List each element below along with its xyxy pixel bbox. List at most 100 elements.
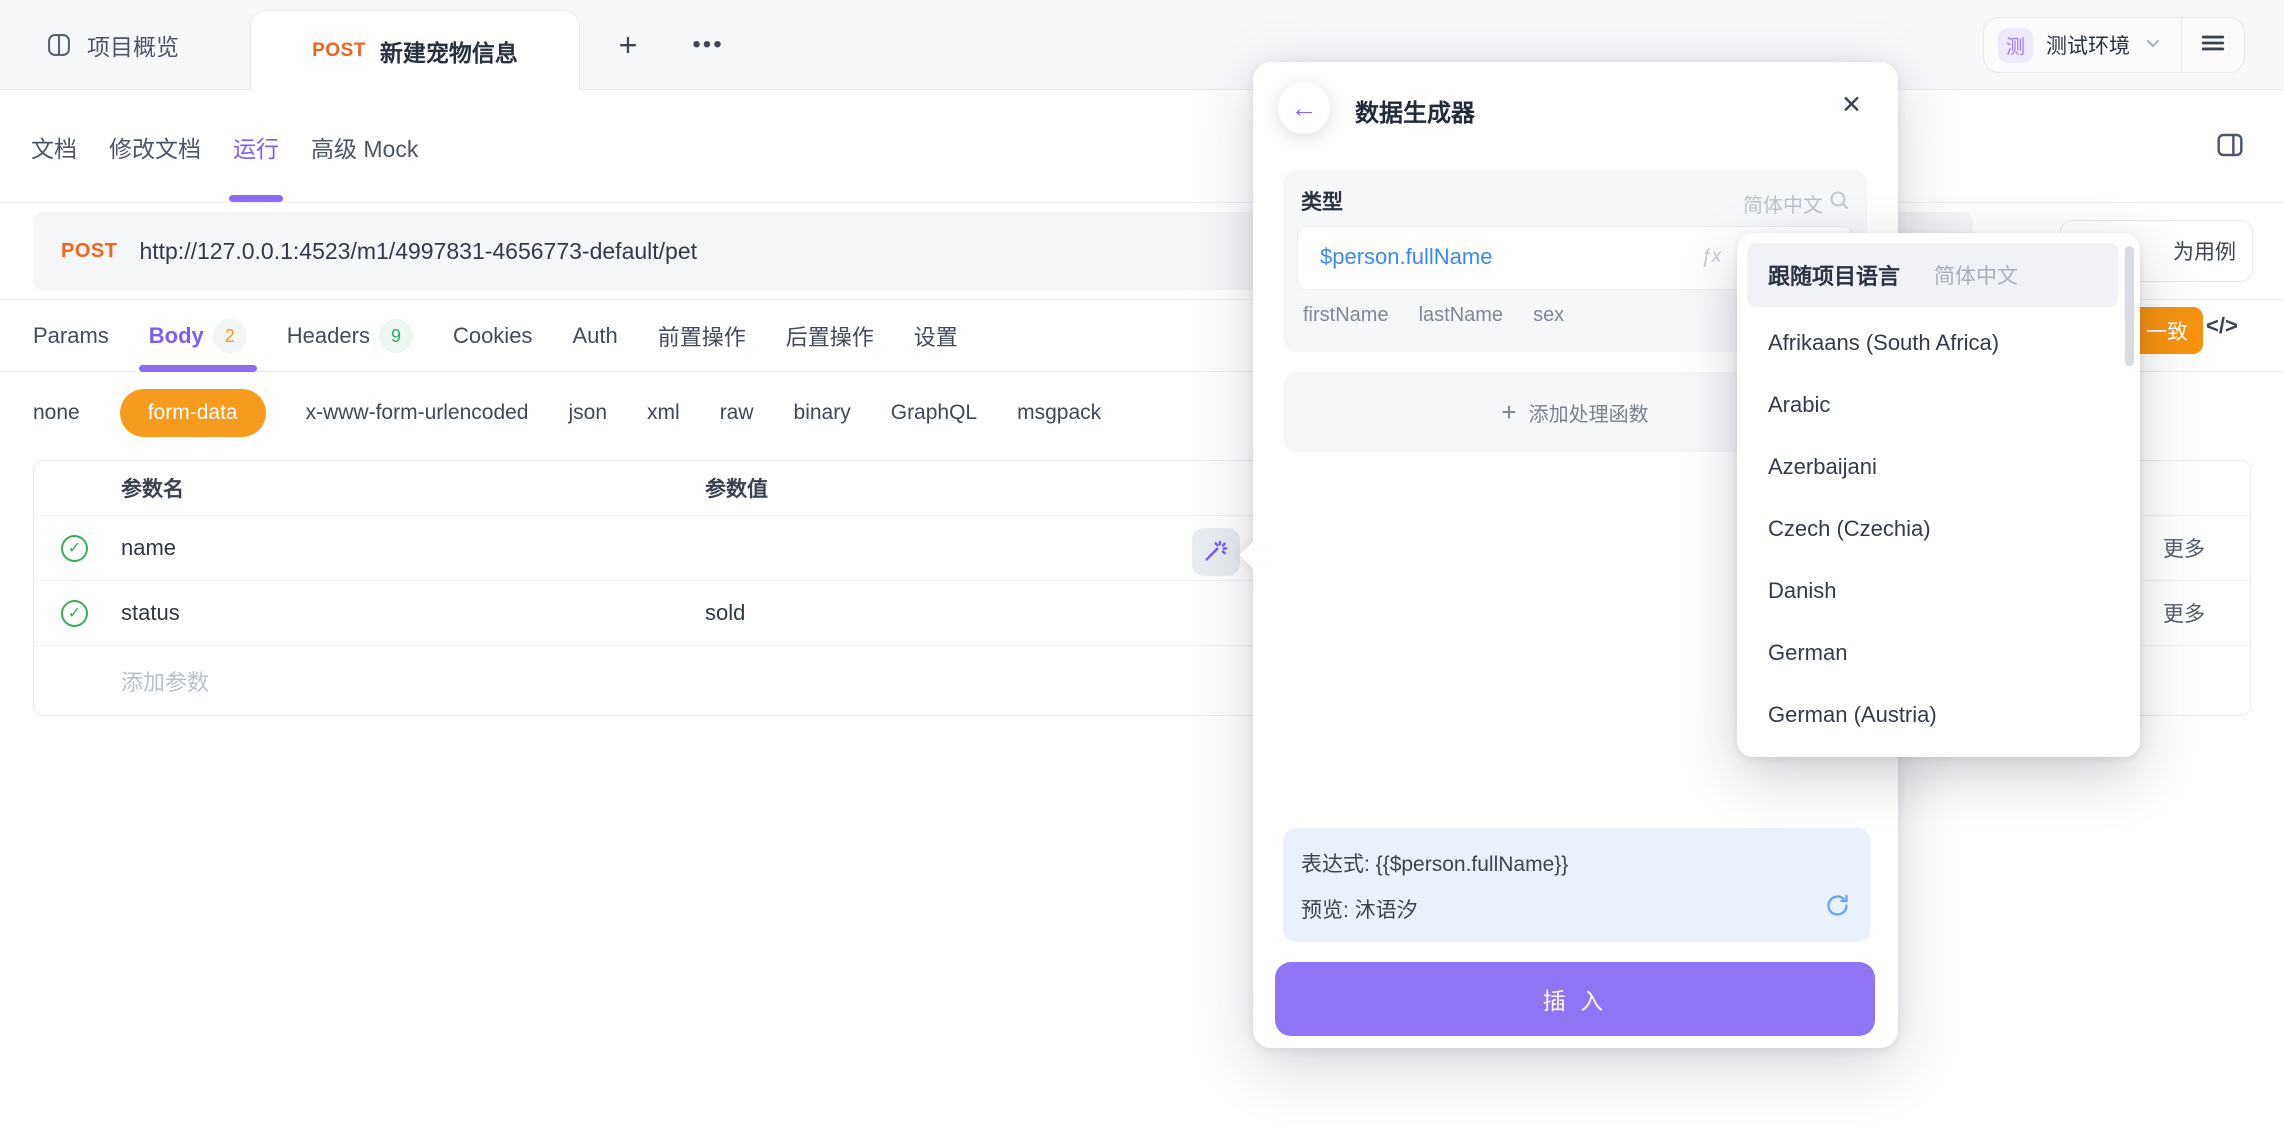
close-icon: ✕: [1841, 91, 1862, 119]
language-search-button[interactable]: 简体中文: [1743, 188, 1851, 218]
tab-auth-label: Auth: [572, 323, 617, 349]
magic-wand-button[interactable]: [1192, 528, 1240, 576]
language-dropdown: 跟随项目语言 简体中文 Afrikaans (South Africa) Ara…: [1737, 233, 2140, 757]
check-icon: ✓: [68, 603, 81, 623]
check-icon: ✓: [68, 538, 81, 558]
tag-sex[interactable]: sex: [1533, 304, 1564, 327]
tab-auth[interactable]: Auth: [572, 301, 617, 371]
save-as-case-label: 为用例: [2173, 236, 2236, 266]
tab-body-label: Body: [149, 323, 204, 349]
environment-name: 测试环境: [2046, 30, 2130, 60]
tab-settings[interactable]: 设置: [914, 301, 958, 371]
param-name-cell[interactable]: status: [121, 600, 180, 626]
refresh-icon: [1824, 901, 1851, 924]
param-name-cell[interactable]: name: [121, 535, 176, 561]
body-type-none[interactable]: none: [33, 401, 80, 425]
param-value-cell[interactable]: sold: [705, 600, 745, 626]
tab-request-active[interactable]: POST 新建宠物信息: [250, 10, 580, 91]
code-icon: </>: [2206, 313, 2238, 338]
dropdown-item[interactable]: Afrikaans (South Africa): [1737, 312, 2140, 374]
tab-body[interactable]: Body 2: [149, 301, 247, 371]
environment-group: 测 测试环境: [1983, 17, 2245, 73]
dropdown-item[interactable]: German (Austria): [1737, 684, 2140, 746]
expression-line: 表达式: {{$person.fullName}}: [1301, 848, 1568, 878]
add-processor-label: 添加处理函数: [1529, 398, 1649, 427]
hamburger-icon: [2200, 30, 2226, 61]
generator-type-value: $person.fullName: [1320, 244, 1492, 270]
tab-post-ops[interactable]: 后置操作: [786, 301, 874, 371]
tag-lastname[interactable]: lastName: [1419, 304, 1503, 327]
row-enabled-checkbox[interactable]: ✓: [61, 600, 88, 627]
body-type-json[interactable]: json: [568, 401, 607, 425]
fx-hint: ƒx: [1701, 246, 1721, 268]
tab-headers-label: Headers: [287, 323, 370, 349]
tab-more-button[interactable]: •••: [680, 22, 736, 68]
type-label: 类型: [1301, 186, 1343, 216]
headers-count-badge: 9: [379, 319, 413, 353]
dropdown-items: Afrikaans (South Africa) Arabic Azerbaij…: [1737, 312, 2140, 746]
tab-params[interactable]: Params: [33, 301, 109, 371]
nav-tab-advanced-mock-label: 高级 Mock: [311, 130, 418, 164]
dropdown-item-follow-project[interactable]: 跟随项目语言 简体中文: [1747, 243, 2119, 307]
tab-params-label: Params: [33, 323, 109, 349]
add-param-placeholder: 添加参数: [121, 665, 209, 697]
nav-tab-edit-docs-label: 修改文档: [109, 130, 201, 164]
nav-tab-edit-docs[interactable]: 修改文档: [109, 91, 201, 202]
body-type-msgpack[interactable]: msgpack: [1017, 401, 1101, 425]
tab-cookies-label: Cookies: [453, 323, 532, 349]
split-panel-button[interactable]: [2214, 129, 2246, 166]
refresh-preview-button[interactable]: [1824, 892, 1851, 925]
add-tab-button[interactable]: +: [605, 22, 651, 68]
tab-title-label: 新建宠物信息: [380, 34, 518, 68]
tab-headers[interactable]: Headers 9: [287, 301, 413, 371]
column-header-value: 参数值: [705, 473, 768, 503]
dropdown-item[interactable]: Danish: [1737, 560, 2140, 622]
row-enabled-checkbox[interactable]: ✓: [61, 535, 88, 562]
nav-tab-run[interactable]: 运行: [233, 91, 279, 202]
tag-firstname[interactable]: firstName: [1303, 304, 1389, 327]
tab-post-ops-label: 后置操作: [786, 320, 874, 352]
modal-back-button[interactable]: ←: [1278, 82, 1330, 134]
code-view-button[interactable]: </>: [2206, 313, 2238, 339]
chevron-down-icon: [2143, 33, 2163, 58]
row-more-button[interactable]: 更多: [2163, 598, 2205, 628]
row-more-button[interactable]: 更多: [2163, 533, 2205, 563]
environment-badge: 测: [1998, 28, 2033, 63]
top-tab-strip: 项目概览 POST 新建宠物信息 + ••• 测 测试环境: [0, 0, 2284, 90]
insert-button[interactable]: 插 入: [1275, 962, 1875, 1036]
insert-label: 插 入: [1543, 982, 1607, 1016]
body-type-raw[interactable]: raw: [720, 401, 754, 425]
preview-line: 预览: 沐语汐: [1301, 894, 1418, 924]
nav-tab-run-label: 运行: [233, 130, 279, 164]
dropdown-item[interactable]: Czech (Czechia): [1737, 498, 2140, 560]
tab-project-overview-label: 项目概览: [87, 28, 179, 62]
environment-selector[interactable]: 测 测试环境: [1984, 18, 2181, 72]
url-method-label: POST: [61, 240, 117, 263]
tab-pre-ops[interactable]: 前置操作: [658, 301, 746, 371]
ellipsis-icon: •••: [692, 31, 723, 59]
app-window: 项目概览 POST 新建宠物信息 + ••• 测 测试环境 文档: [0, 0, 2284, 1128]
body-type-form-data[interactable]: form-data: [120, 389, 266, 437]
column-header-name: 参数名: [121, 473, 184, 503]
modal-close-button[interactable]: ✕: [1841, 90, 1862, 120]
body-type-xml[interactable]: xml: [647, 401, 680, 425]
tab-pre-ops-label: 前置操作: [658, 320, 746, 352]
nav-tab-docs[interactable]: 文档: [31, 91, 77, 202]
hamburger-menu-button[interactable]: [2182, 18, 2244, 72]
body-type-binary[interactable]: binary: [794, 401, 851, 425]
endpoint-nav-tabs: 文档 修改文档 运行 高级 Mock: [0, 91, 2284, 203]
dropdown-item[interactable]: Arabic: [1737, 374, 2140, 436]
nav-tab-advanced-mock[interactable]: 高级 Mock: [311, 91, 418, 202]
dropdown-item[interactable]: Azerbaijani: [1737, 436, 2140, 498]
nav-tab-docs-label: 文档: [31, 130, 77, 164]
suggestion-tags: firstName lastName sex: [1303, 304, 1564, 327]
url-value: http://127.0.0.1:4523/m1/4997831-4656773…: [139, 238, 697, 265]
tab-cookies[interactable]: Cookies: [453, 301, 532, 371]
magic-wand-icon: [1202, 536, 1230, 569]
body-type-urlencoded[interactable]: x-www-form-urlencoded: [306, 401, 529, 425]
plus-icon: +: [1501, 397, 1516, 428]
dropdown-item[interactable]: German: [1737, 622, 2140, 684]
expression-preview-panel: 表达式: {{$person.fullName}} 预览: 沐语汐: [1283, 828, 1871, 942]
tab-project-overview[interactable]: 项目概览: [45, 0, 179, 90]
body-type-graphql[interactable]: GraphQL: [891, 401, 977, 425]
